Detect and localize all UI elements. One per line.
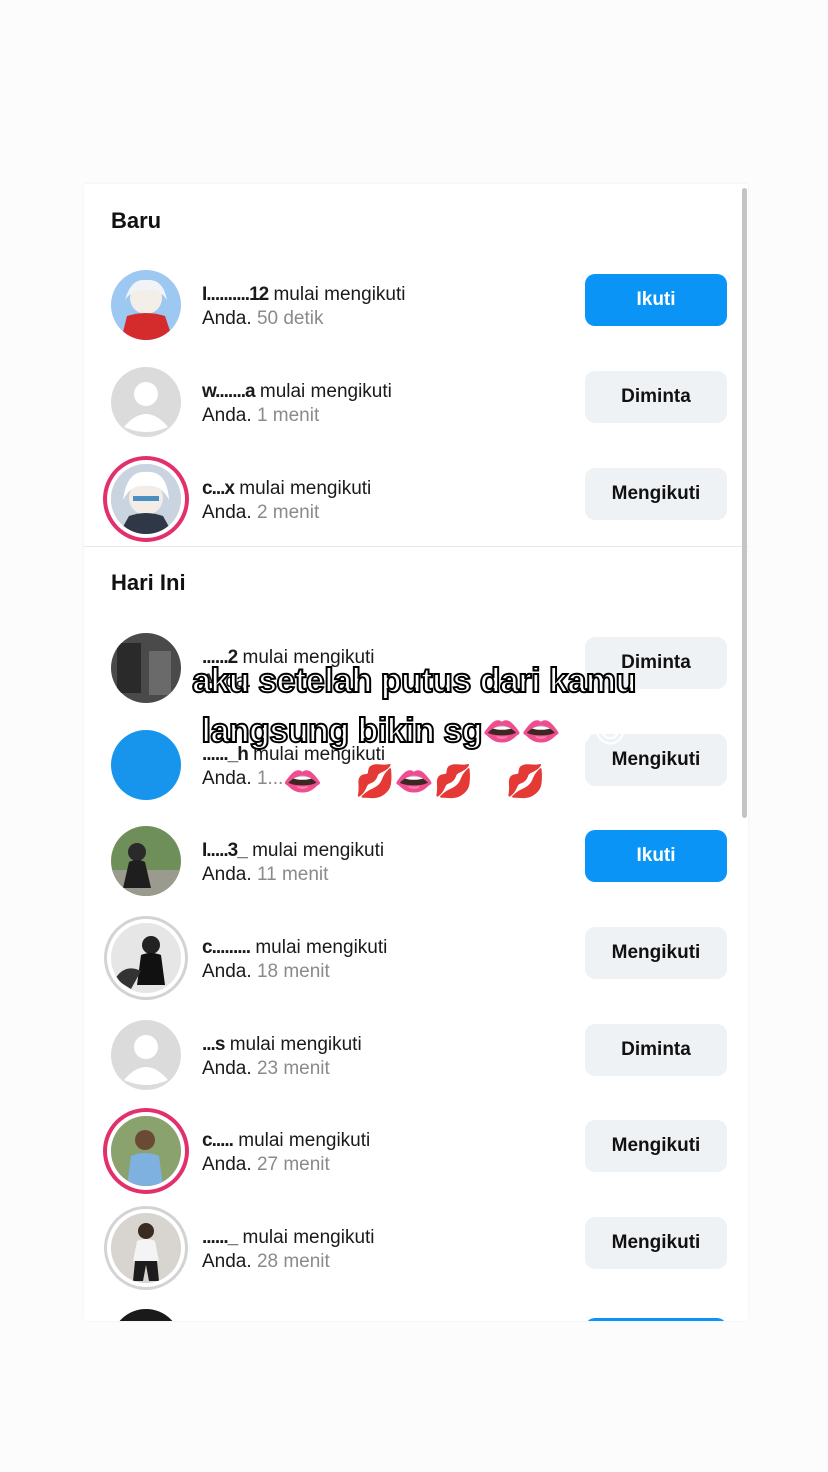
- notification-row[interactable]: c...x mulai mengikuti Anda. 2 menit Meng…: [84, 450, 748, 546]
- notification-row[interactable]: w.......a mulai mengikuti Anda. 1 menit …: [84, 353, 748, 449]
- notification-text: c..... mulai mengikuti: [202, 1130, 371, 1151]
- notification-meta: Anda. 23 menit: [202, 1058, 330, 1079]
- username[interactable]: w.......a: [202, 381, 256, 402]
- following-button[interactable]: Mengikuti: [585, 1120, 727, 1172]
- avatar[interactable]: [111, 826, 181, 896]
- notification-meta: Anda. 28 menit: [202, 1251, 330, 1272]
- following-button[interactable]: Mengikuti: [585, 1217, 727, 1269]
- notification-meta: Anda. 2 menit: [202, 502, 320, 523]
- following-button[interactable]: Mengikuti: [585, 468, 727, 520]
- notification-row[interactable]: I..........12 mulai mengikuti Anda. 50 d…: [84, 256, 748, 352]
- time-ago: 18 menit: [256, 961, 330, 982]
- caption-emoji: 👄👄😍😍: [482, 713, 627, 749]
- notification-text: w.......a mulai mengikuti: [202, 381, 392, 402]
- time-ago: 11 menit: [256, 864, 329, 885]
- notification-text: c...x mulai mengikuti: [202, 478, 372, 499]
- notification-row[interactable]: ...s mulai mengikuti Anda. 23 menit Dimi…: [84, 1006, 748, 1102]
- section-title-new: Baru: [111, 208, 162, 233]
- caption-line-1: aku setelah putus dari kamu: [191, 661, 637, 701]
- time-ago: 2 menit: [256, 502, 320, 523]
- time-ago: 50 detik: [256, 308, 324, 329]
- avatar[interactable]: [111, 1213, 181, 1283]
- username[interactable]: I..........12: [202, 284, 269, 305]
- follow-button[interactable]: Ikuti: [585, 830, 727, 882]
- partial-avatar: [111, 1309, 181, 1321]
- notification-meta: Anda. 50 detik: [202, 308, 324, 329]
- notification-row[interactable]: ......_ mulai mengikuti Anda. 28 menit M…: [84, 1199, 748, 1295]
- notification-row[interactable]: c......... mulai mengikuti Anda. 18 meni…: [84, 909, 748, 1005]
- requested-button[interactable]: Diminta: [585, 371, 727, 423]
- notification-row[interactable]: I.....3_ mulai mengikuti Anda. 11 menit …: [84, 812, 748, 908]
- avatar[interactable]: [111, 270, 181, 340]
- caption-line-2: langsung bikin sg👄👄😍😍: [201, 711, 627, 751]
- section-divider: [84, 546, 748, 547]
- requested-button[interactable]: Diminta: [585, 1024, 727, 1076]
- username[interactable]: c.....: [202, 1130, 234, 1151]
- notification-meta: Anda. 18 menit: [202, 961, 330, 982]
- default-avatar-icon[interactable]: [111, 1020, 181, 1090]
- notification-text: ...s mulai mengikuti: [202, 1034, 362, 1055]
- username[interactable]: c.........: [202, 937, 251, 958]
- partial-follow-button[interactable]: [585, 1318, 727, 1321]
- notification-row[interactable]: c..... mulai mengikuti Anda. 27 menit Me…: [84, 1102, 748, 1198]
- notification-meta: Anda. 27 menit: [202, 1154, 330, 1175]
- time-ago: 27 menit: [256, 1154, 330, 1175]
- follow-button[interactable]: Ikuti: [585, 274, 727, 326]
- notification-text: I.....3_ mulai mengikuti: [202, 840, 385, 861]
- username[interactable]: ......_: [202, 1227, 238, 1248]
- username[interactable]: I.....3_: [202, 840, 248, 861]
- avatar[interactable]: [111, 923, 181, 993]
- notification-text: ......_ mulai mengikuti: [202, 1227, 375, 1248]
- section-title-today: Hari Ini: [111, 570, 186, 595]
- following-button[interactable]: Mengikuti: [585, 927, 727, 979]
- caption-line-3: 👄😍💋👄💋😍💋: [0, 762, 828, 801]
- time-ago: 28 menit: [256, 1251, 330, 1272]
- time-ago: 1 menit: [256, 405, 320, 426]
- notification-meta: Anda. 11 menit: [202, 864, 329, 885]
- time-ago: 23 menit: [256, 1058, 330, 1079]
- notification-meta: Anda. 1 menit: [202, 405, 320, 426]
- default-avatar-icon[interactable]: [111, 367, 181, 437]
- avatar[interactable]: [111, 464, 181, 534]
- notifications-panel: Baru I..........12 mulai mengikuti Anda.…: [84, 184, 748, 1321]
- username[interactable]: ...s: [202, 1034, 225, 1055]
- notification-text: c......... mulai mengikuti: [202, 937, 388, 958]
- notification-text: I..........12 mulai mengikuti: [202, 284, 406, 305]
- username[interactable]: c...x: [202, 478, 235, 499]
- avatar[interactable]: [111, 1116, 181, 1186]
- caption-emoji: 👄😍💋👄💋😍💋: [282, 763, 546, 799]
